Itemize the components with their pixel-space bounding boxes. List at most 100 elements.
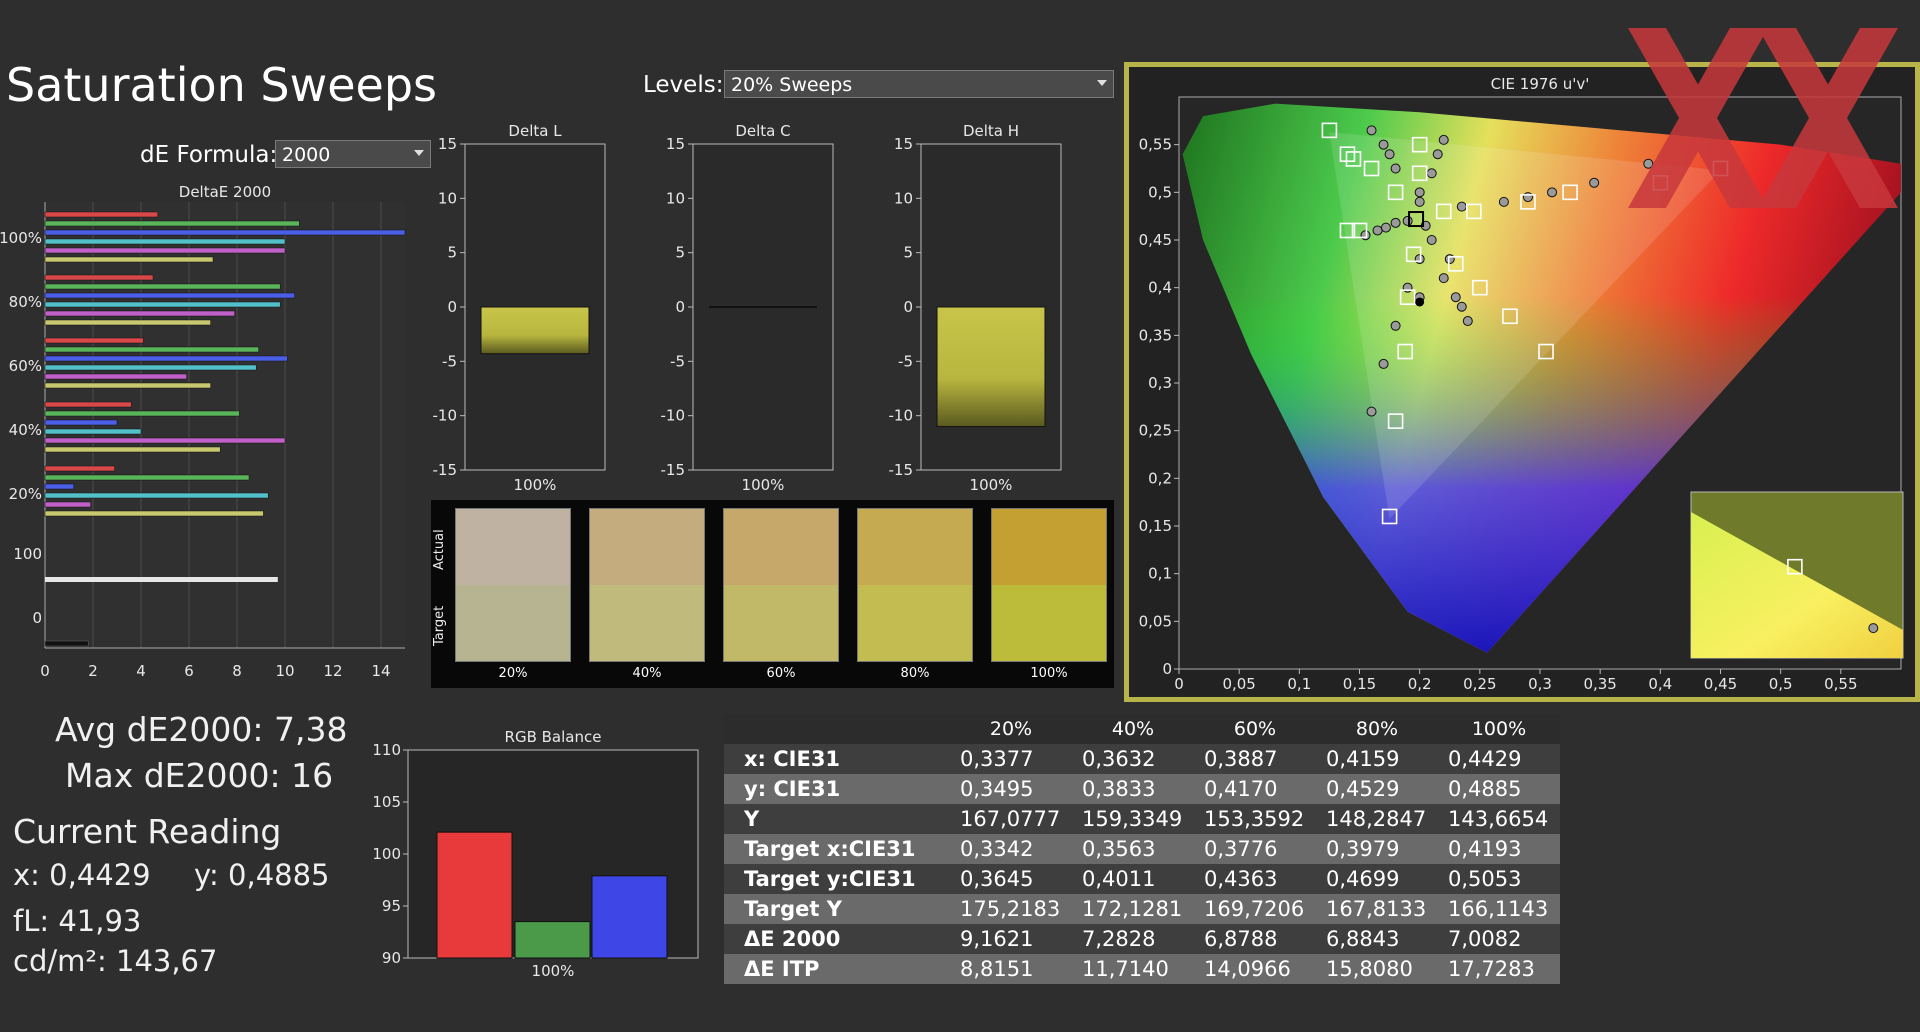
cie-x-tick: 0,35 xyxy=(1583,675,1616,693)
deltae-bar xyxy=(44,401,132,408)
cie-x-tick: 0,25 xyxy=(1463,675,1496,693)
cie-x-tick: 0,4 xyxy=(1648,675,1672,693)
deltae-bar xyxy=(44,319,211,326)
cie-x-tick: 0,3 xyxy=(1528,675,1552,693)
deltae-bar xyxy=(44,437,286,444)
delta-y-tick: -5 xyxy=(898,352,913,370)
swatch-target xyxy=(590,585,704,661)
de-formula-label: dE Formula: xyxy=(140,142,278,168)
swatch-actual xyxy=(858,509,972,585)
deltae-bar xyxy=(44,346,259,353)
rgb-bar xyxy=(591,875,668,959)
cie-measured-point xyxy=(1414,187,1425,198)
cie-x-tick: 0,5 xyxy=(1769,675,1793,693)
table-cell: 8,8151 xyxy=(960,957,1034,981)
swatch-target xyxy=(858,585,972,661)
cie-x-tick: 0 xyxy=(1174,675,1184,693)
rgb-bar xyxy=(436,831,513,959)
swatch-target xyxy=(992,585,1106,661)
cie-measured-point xyxy=(1366,125,1377,136)
rgb-bar xyxy=(514,921,591,959)
de-formula-select[interactable]: 2000 xyxy=(275,140,431,168)
delta-y-tick: 10 xyxy=(666,189,685,207)
delta-y-tick: -10 xyxy=(889,407,914,425)
deltae-bar xyxy=(44,256,214,263)
rgb-chart-title: RGB Balance xyxy=(505,728,602,746)
swatch-actual xyxy=(724,509,838,585)
table-cell: 0,4159 xyxy=(1326,747,1400,771)
delta-y-tick: -15 xyxy=(889,461,914,479)
table-header-cell: 100% xyxy=(1471,718,1527,740)
deltae-bar xyxy=(44,483,75,490)
deltae-bar xyxy=(44,211,159,218)
rgb-y-tick: 90 xyxy=(382,949,401,967)
cie-y-tick: 0 xyxy=(1162,660,1172,678)
table-cell: 0,4429 xyxy=(1448,747,1522,771)
cie-y-tick: 0,35 xyxy=(1139,326,1172,344)
table-cell: 17,7283 xyxy=(1448,957,1535,981)
delta-bar xyxy=(709,306,817,308)
cie-x-tick: 0,1 xyxy=(1287,675,1311,693)
table-cell: 14,0966 xyxy=(1204,957,1291,981)
table-cell: 0,3887 xyxy=(1204,747,1278,771)
swatch xyxy=(723,508,839,662)
rgb-x-label: 100% xyxy=(532,962,575,980)
chevron-down-icon xyxy=(1097,80,1107,86)
cie-measured-point xyxy=(1589,177,1600,188)
delta-y-tick: 15 xyxy=(894,135,913,153)
delta-y-tick: 15 xyxy=(666,135,685,153)
rgb-balance-chart: RGB Balance 110 105 100 95 90 100% xyxy=(372,728,699,980)
table-row-label: Target Y xyxy=(744,897,842,921)
cie-measured-point xyxy=(1384,149,1395,160)
delta-y-tick: 5 xyxy=(447,244,457,262)
deltae-bar xyxy=(44,382,211,389)
delta-y-tick: 10 xyxy=(438,189,457,207)
cie-measured-point xyxy=(1438,134,1449,145)
delta-chart-title: Delta L xyxy=(508,122,562,140)
table-row: Target x:CIE31 0,3342 0,3563 0,3776 0,3979 0,… xyxy=(724,834,1560,864)
cie-y-tick: 0,25 xyxy=(1139,422,1172,440)
cie-measured-point xyxy=(1438,273,1449,284)
levels-select-value: 20% Sweeps xyxy=(731,74,853,96)
table-cell: 167,8133 xyxy=(1326,897,1427,921)
table-cell: 11,7140 xyxy=(1082,957,1169,981)
levels-label: Levels: xyxy=(643,72,724,98)
table-cell: 0,3776 xyxy=(1204,837,1278,861)
table-row-label: x: CIE31 xyxy=(744,747,841,771)
cie-measured-point xyxy=(1444,254,1455,265)
swatch-target xyxy=(724,585,838,661)
de-formula-select-value: 2000 xyxy=(282,144,331,166)
cie-x-tick: 0,55 xyxy=(1824,675,1857,693)
delta-bar xyxy=(936,306,1046,428)
table-row: y: CIE31 0,3495 0,3833 0,4170 0,4529 0,4885 xyxy=(724,774,1560,804)
table-cell: 0,4529 xyxy=(1326,777,1400,801)
cie-y-tick: 0,3 xyxy=(1148,374,1172,392)
deltae-x-tick: 4 xyxy=(136,662,146,680)
delta-y-tick: 0 xyxy=(675,298,685,316)
deltae-chart-title: DeltaE 2000 xyxy=(179,183,271,201)
table-cell: 15,8080 xyxy=(1326,957,1413,981)
delta-x-label: 100% xyxy=(514,476,557,494)
table-cell: 143,6654 xyxy=(1448,807,1549,831)
levels-select[interactable]: 20% Sweeps xyxy=(724,70,1114,98)
swatch-label: 100% xyxy=(1030,666,1068,681)
delta-y-tick: 5 xyxy=(675,244,685,262)
deltae-bar xyxy=(44,446,221,453)
delta-chart-title: Delta H xyxy=(963,122,1019,140)
swatch-target xyxy=(456,585,570,661)
cie-measured-point xyxy=(1456,201,1467,212)
swatch xyxy=(857,508,973,662)
deltae-group-label: 80% xyxy=(9,293,42,311)
table-cell: 0,3495 xyxy=(960,777,1034,801)
swatch-label: 40% xyxy=(632,666,662,681)
deltae-x-tick: 0 xyxy=(40,662,50,680)
fl-text: fL: 41,93 xyxy=(13,904,142,938)
table-header-cell: 20% xyxy=(989,718,1033,740)
delta-y-tick: 5 xyxy=(903,244,913,262)
table-cell: 0,4170 xyxy=(1204,777,1278,801)
deltae-group-label: 60% xyxy=(9,357,42,375)
deltae-2000-chart: DeltaE 2000 0 2 4 6 8 10 12 14 100% 80% 60% 40% 20% 10… xyxy=(0,183,406,680)
swatch-actual xyxy=(456,509,570,585)
table-cell: 7,2828 xyxy=(1082,927,1156,951)
deltae-bar xyxy=(44,492,269,499)
